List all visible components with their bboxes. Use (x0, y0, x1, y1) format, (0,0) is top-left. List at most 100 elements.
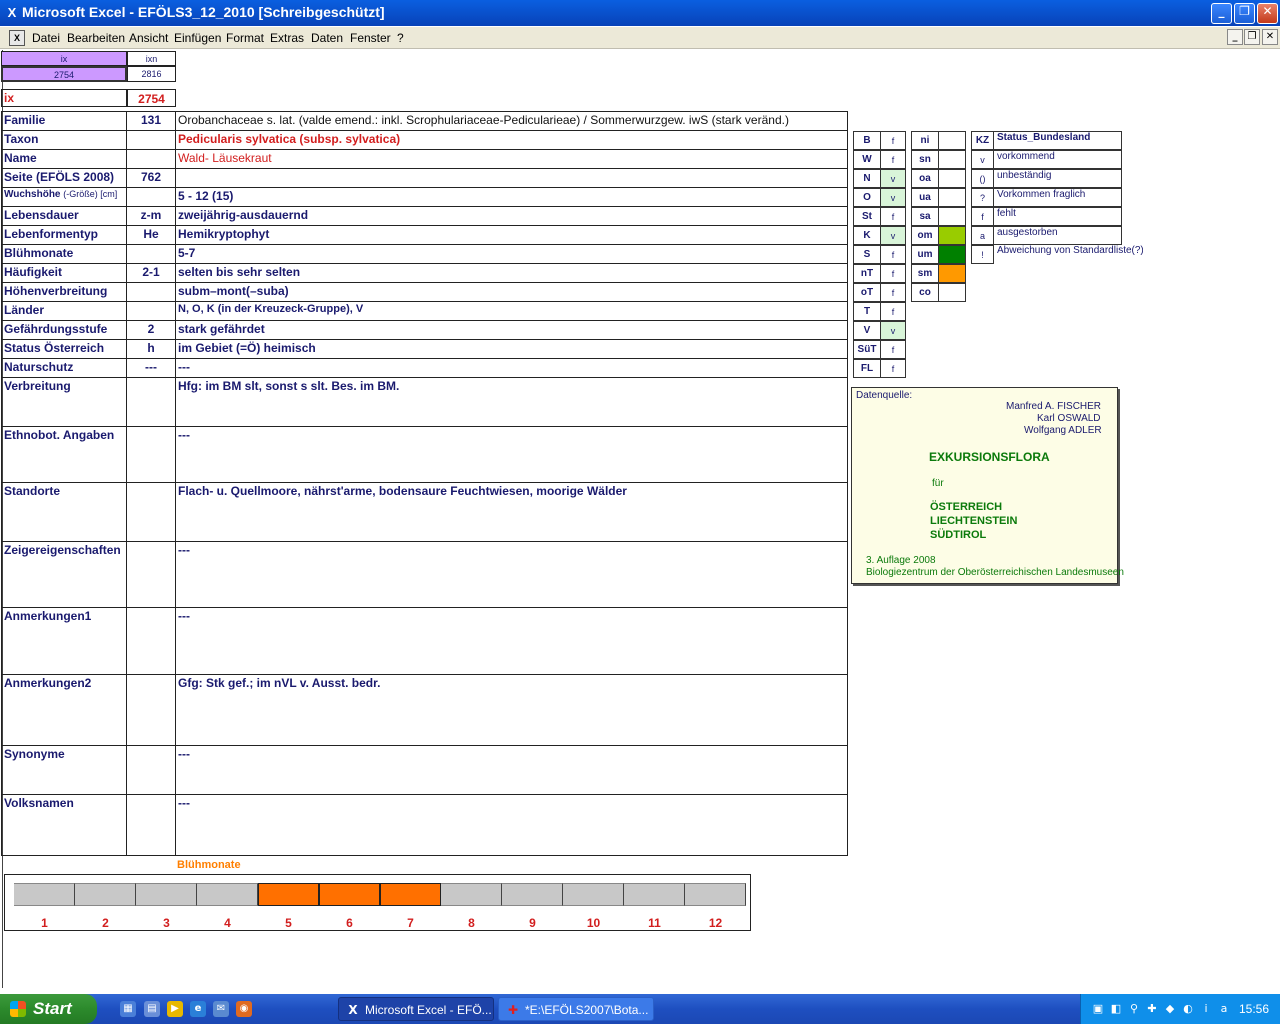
row-code[interactable] (126, 541, 176, 608)
hoehen-status-cell[interactable] (938, 283, 966, 302)
row-code[interactable] (126, 745, 176, 795)
legend-kz-cell[interactable]: ? (971, 188, 994, 207)
doc-close-button[interactable]: ✕ (1262, 29, 1278, 45)
legend-kz-cell[interactable]: () (971, 169, 994, 188)
info-icon[interactable]: i (1199, 1002, 1213, 1016)
legend-text-cell[interactable]: Vorkommen fraglich (993, 188, 1122, 207)
row-label[interactable]: Name (1, 149, 127, 169)
task-explorer[interactable]: ✚ *E:\EFÖLS2007\Bota... (498, 997, 654, 1021)
hoehen-code-cell[interactable]: sm (911, 264, 939, 283)
ix-header[interactable]: ix (1, 51, 127, 66)
row-code[interactable] (126, 130, 176, 150)
row-label[interactable]: Blühmonate (1, 244, 127, 264)
laender-code-cell[interactable]: FL (853, 359, 881, 378)
row-code[interactable] (126, 794, 176, 856)
row-value[interactable]: Hfg: im BM slt, sonst s slt. Bes. im BM. (175, 377, 848, 427)
row-value[interactable]: --- (175, 358, 848, 378)
laender-status-cell[interactable]: f (880, 359, 906, 378)
row-label[interactable]: Anmerkungen1 (1, 607, 127, 675)
hoehen-status-cell[interactable] (938, 264, 966, 283)
hoehen-status-cell[interactable] (938, 169, 966, 188)
volume-icon[interactable]: ◧ (1109, 1002, 1123, 1016)
legend-kz-cell[interactable]: ! (971, 245, 994, 264)
quicklaunch-media-icon[interactable]: ▶ (167, 1001, 183, 1017)
row-code[interactable] (126, 674, 176, 746)
ix-big-value[interactable]: 2754 (127, 89, 176, 107)
row-value[interactable]: Orobanchaceae s. lat. (valde emend.: ink… (175, 111, 848, 131)
quicklaunch-firefox-icon[interactable]: ◉ (236, 1001, 252, 1017)
hoehen-status-cell[interactable] (938, 188, 966, 207)
hoehen-code-cell[interactable]: um (911, 245, 939, 264)
row-label[interactable]: Familie (1, 111, 127, 131)
row-label[interactable]: Status Österreich (1, 339, 127, 359)
row-label[interactable]: Länder (1, 301, 127, 321)
laender-status-cell[interactable]: v (880, 226, 906, 245)
hoehen-status-cell[interactable] (938, 131, 966, 150)
row-label[interactable]: Wuchshöhe (-Größe) [cm] (1, 187, 127, 207)
row-label[interactable]: Anmerkungen2 (1, 674, 127, 746)
laender-status-cell[interactable]: v (880, 321, 906, 340)
hoehen-code-cell[interactable]: co (911, 283, 939, 302)
quicklaunch-outlook-icon[interactable]: ✉ (213, 1001, 229, 1017)
hoehen-code-cell[interactable]: sn (911, 150, 939, 169)
laender-status-cell[interactable]: v (880, 188, 906, 207)
doc-minimize-button[interactable]: _ (1227, 29, 1243, 45)
row-value[interactable]: stark gefährdet (175, 320, 848, 340)
row-value[interactable]: --- (175, 794, 848, 856)
row-code[interactable]: z-m (126, 206, 176, 226)
row-label[interactable]: Lebensdauer (1, 206, 127, 226)
menu-daten[interactable]: Daten (311, 31, 343, 45)
ixn-value-cell[interactable]: 2816 (127, 66, 176, 82)
row-code[interactable] (126, 244, 176, 264)
row-value[interactable]: 5-7 (175, 244, 848, 264)
row-code[interactable]: He (126, 225, 176, 245)
row-value[interactable]: Hemikryptophyt (175, 225, 848, 245)
row-label[interactable]: Gefährdungsstufe (1, 320, 127, 340)
row-value[interactable] (175, 168, 848, 188)
antivirus-icon[interactable]: a (1217, 1002, 1231, 1016)
legend-text-cell[interactable]: unbeständig (993, 169, 1122, 188)
row-code[interactable] (126, 426, 176, 483)
row-code[interactable]: 2 (126, 320, 176, 340)
hoehen-status-cell[interactable] (938, 207, 966, 226)
legend-header-kz[interactable]: KZ (971, 131, 994, 150)
row-value[interactable]: N, O, K (in der Kreuzeck-Gruppe), V (175, 301, 848, 321)
row-code[interactable] (126, 607, 176, 675)
row-value[interactable]: 5 - 12 (15) (175, 187, 848, 207)
hoehen-code-cell[interactable]: sa (911, 207, 939, 226)
laender-code-cell[interactable]: nT (853, 264, 881, 283)
row-value[interactable]: Flach- u. Quellmoore, nährst'arme, boden… (175, 482, 848, 542)
menu-help[interactable]: ? (397, 31, 404, 45)
ix-value-cell[interactable]: 2754 (1, 66, 127, 82)
quicklaunch-ie-icon[interactable]: e (190, 1001, 206, 1017)
legend-text-cell[interactable]: fehlt (993, 207, 1122, 226)
row-label[interactable]: Verbreitung (1, 377, 127, 427)
security-icon[interactable]: ✚ (1145, 1002, 1159, 1016)
laender-code-cell[interactable]: S (853, 245, 881, 264)
row-code[interactable] (126, 301, 176, 321)
row-label[interactable]: Naturschutz (1, 358, 127, 378)
laender-code-cell[interactable]: SüT (853, 340, 881, 359)
menu-fenster[interactable]: Fenster (350, 31, 391, 45)
hoehen-code-cell[interactable]: oa (911, 169, 939, 188)
row-label[interactable]: Höhenverbreitung (1, 282, 127, 302)
row-value[interactable]: --- (175, 426, 848, 483)
laender-status-cell[interactable]: f (880, 131, 906, 150)
laender-status-cell[interactable]: f (880, 245, 906, 264)
ixn-header[interactable]: ixn (127, 51, 176, 66)
shield-icon[interactable]: ◆ (1163, 1002, 1177, 1016)
row-value[interactable]: im Gebiet (=Ö) heimisch (175, 339, 848, 359)
row-code[interactable] (126, 187, 176, 207)
row-code[interactable]: --- (126, 358, 176, 378)
legend-kz-cell[interactable]: v (971, 150, 994, 169)
menu-ansicht[interactable]: Ansicht (129, 31, 168, 45)
laender-status-cell[interactable]: f (880, 150, 906, 169)
speaker-icon[interactable]: ◐ (1181, 1002, 1195, 1016)
row-label[interactable]: Häufigkeit (1, 263, 127, 283)
row-code[interactable]: 2-1 (126, 263, 176, 283)
network-icon[interactable]: ▣ (1091, 1002, 1105, 1016)
hoehen-status-cell[interactable] (938, 245, 966, 264)
workbook-icon[interactable]: X (9, 30, 25, 46)
row-label[interactable]: Lebenformentyp (1, 225, 127, 245)
laender-code-cell[interactable]: St (853, 207, 881, 226)
